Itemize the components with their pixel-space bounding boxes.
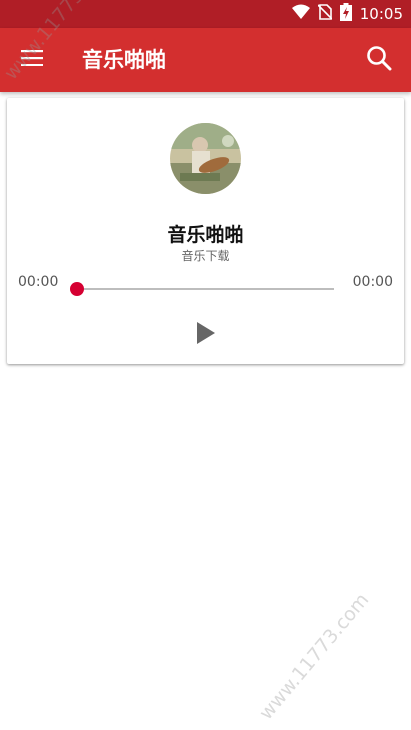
status-icons: 10:05 — [291, 0, 403, 28]
search-button[interactable] — [361, 42, 397, 78]
seek-thumb[interactable] — [70, 282, 84, 296]
play-icon — [197, 322, 215, 348]
player-card: 音乐啪啪 音乐下载 00:00 00:00 — [7, 98, 404, 364]
app-toolbar: 音乐啪啪 — [0, 28, 411, 92]
total-time: 00:00 — [352, 274, 393, 290]
current-time: 00:00 — [18, 274, 59, 290]
song-subtitle: 音乐下载 — [181, 249, 230, 263]
play-button[interactable] — [191, 320, 221, 350]
search-icon — [366, 45, 392, 75]
song-title: 音乐啪啪 — [167, 224, 244, 246]
wifi-icon — [291, 4, 310, 24]
album-art — [170, 123, 241, 194]
watermark-bottom: www.11773.com — [255, 588, 374, 725]
status-bar: 10:05 — [0, 0, 411, 28]
status-time: 10:05 — [359, 5, 403, 23]
battery-charging-icon — [339, 3, 352, 25]
menu-button[interactable] — [14, 42, 50, 78]
hamburger-menu-icon — [21, 50, 43, 70]
no-sim-icon — [317, 4, 333, 24]
toolbar-title: 音乐啪啪 — [82, 48, 166, 72]
seek-bar[interactable] — [70, 282, 334, 296]
